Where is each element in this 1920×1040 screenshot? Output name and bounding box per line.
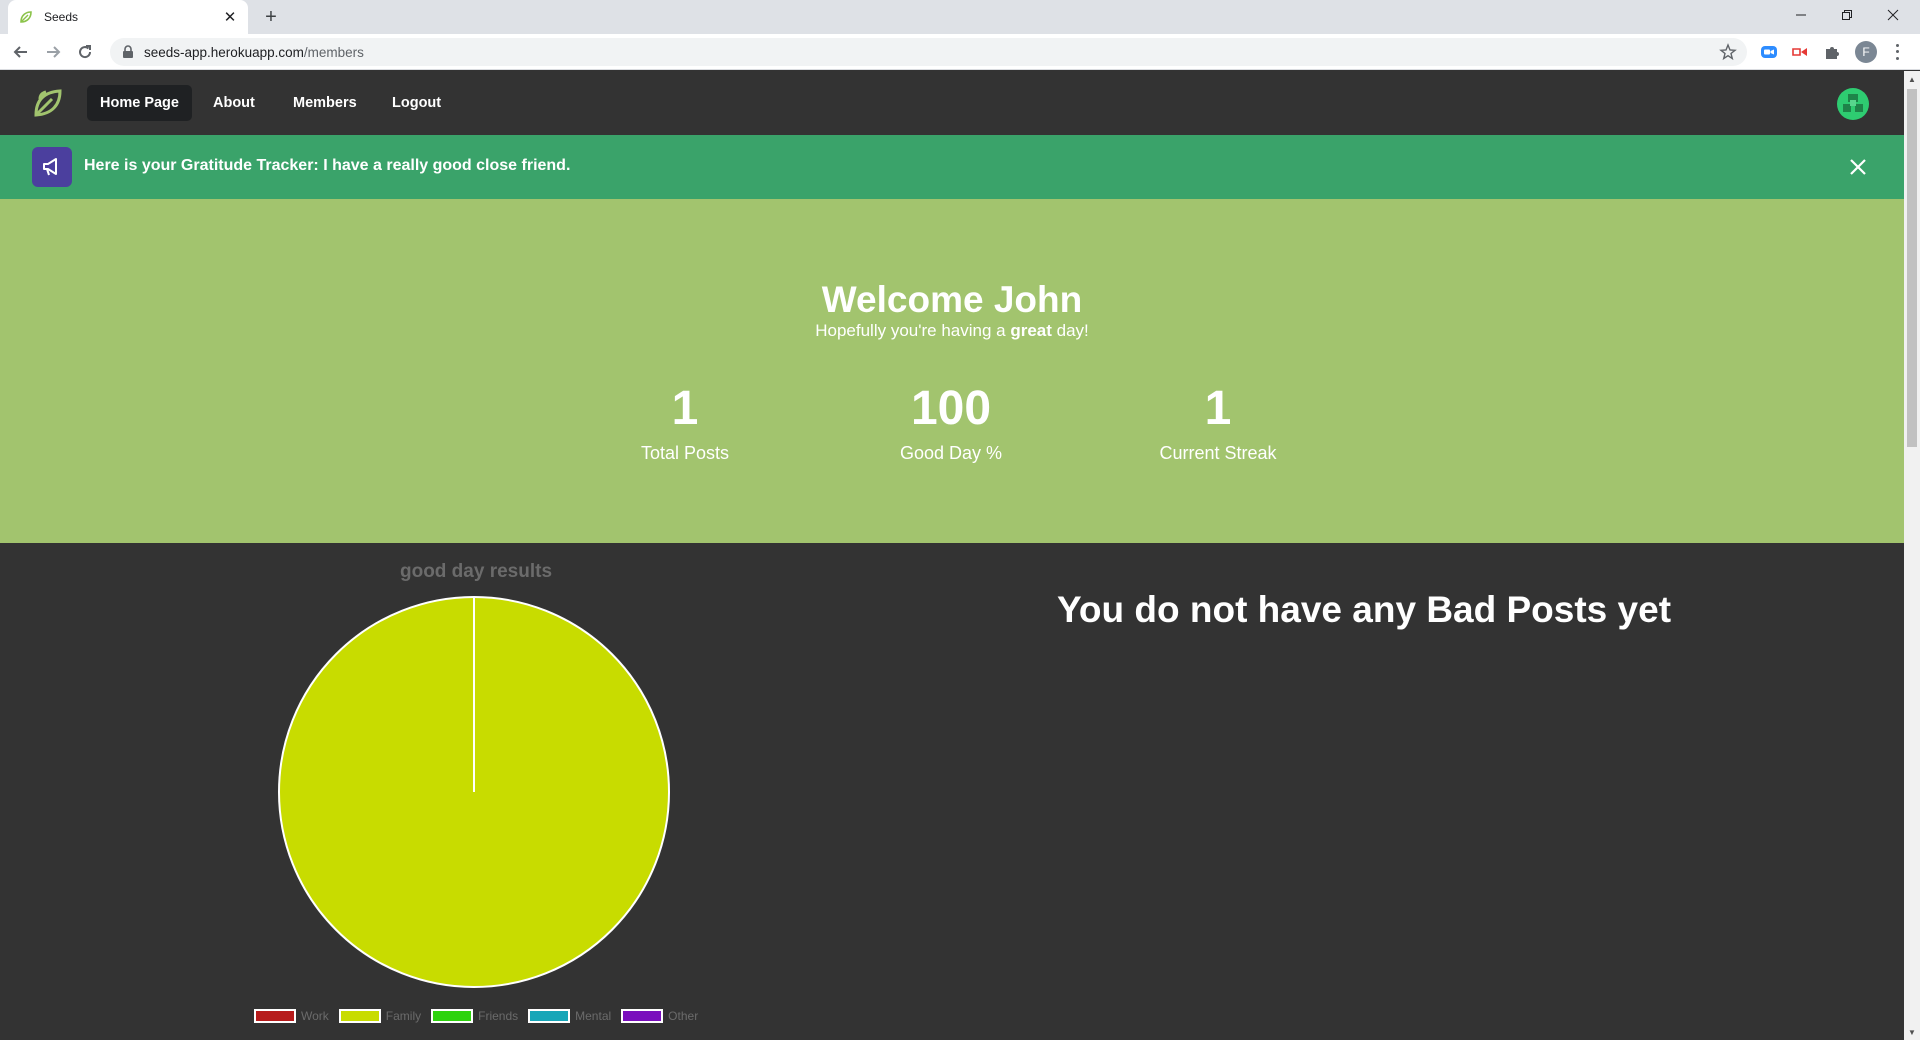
scroll-up-arrow-icon[interactable]: ▲: [1904, 71, 1920, 87]
lock-icon: [122, 45, 134, 59]
legend-label: Family: [385, 1009, 422, 1023]
nav-home-page[interactable]: Home Page: [87, 85, 192, 121]
scrollbar-thumb[interactable]: [1907, 89, 1917, 447]
browser-toolbar: seeds-app.herokuapp.com/members F: [0, 34, 1920, 70]
restore-icon[interactable]: [1824, 0, 1870, 30]
stat-good-day-percent: 100 Good Day %: [831, 381, 1071, 465]
browser-menu-icon[interactable]: [1890, 42, 1904, 62]
welcome-hero: Welcome John Hopefully you're having a g…: [0, 199, 1904, 543]
tab-close-icon[interactable]: ✕: [222, 9, 238, 26]
legend-swatch: [528, 1009, 571, 1023]
stat-value: 1: [1204, 382, 1232, 435]
scroll-down-arrow-icon[interactable]: ▼: [1904, 1024, 1920, 1040]
page-viewport: Home Page About Members Logout Here is y…: [0, 71, 1904, 1040]
stat-value: 100: [910, 382, 992, 435]
legend-item-family[interactable]: Family: [338, 1009, 422, 1023]
browser-tabstrip: Seeds ✕ +: [0, 0, 1920, 34]
user-avatar[interactable]: [1837, 88, 1869, 120]
window-close-icon[interactable]: [1870, 0, 1916, 30]
legend-swatch: [338, 1009, 381, 1023]
stat-label: Good Day %: [899, 443, 1003, 463]
browser-tab[interactable]: Seeds ✕: [8, 0, 248, 34]
stat-current-streak: 1 Current Streak: [1098, 381, 1338, 465]
stat-label: Total Posts: [640, 443, 730, 463]
extensions-puzzle-icon[interactable]: [1823, 43, 1841, 61]
nav-logout[interactable]: Logout: [379, 85, 454, 121]
minimize-icon[interactable]: [1778, 0, 1824, 30]
legend-label: Other: [668, 1009, 699, 1023]
legend-item-work[interactable]: Work: [254, 1009, 329, 1023]
legend-item-other[interactable]: Other: [621, 1009, 698, 1023]
chart-legend: Work Family Friends Mental Other: [254, 1008, 708, 1024]
seeds-leaf-icon: [18, 9, 34, 25]
site-navbar: Home Page About Members Logout: [0, 71, 1904, 135]
legend-label: Mental: [575, 1009, 612, 1023]
legend-swatch: [621, 1009, 664, 1023]
good-day-pie-chart: [278, 596, 670, 988]
no-bad-posts-message: You do not have any Bad Posts yet: [1056, 589, 1672, 630]
legend-swatch: [254, 1009, 296, 1023]
screen-record-extension-icon[interactable]: [1791, 43, 1809, 61]
nav-members[interactable]: Members: [280, 85, 370, 121]
tab-title: Seeds: [44, 10, 79, 24]
address-bar[interactable]: seeds-app.herokuapp.com/members: [110, 38, 1747, 66]
reload-icon[interactable]: [73, 40, 97, 64]
legend-label: Friends: [478, 1009, 519, 1023]
stat-label: Current Streak: [1159, 443, 1277, 463]
notification-banner: Here is your Gratitude Tracker: I have a…: [0, 135, 1904, 199]
url-host: seeds-app.herokuapp.com: [144, 44, 304, 60]
bookmark-star-icon[interactable]: [1719, 43, 1737, 61]
banner-close-icon[interactable]: [1847, 156, 1869, 178]
legend-swatch: [431, 1009, 474, 1023]
welcome-title: Welcome John: [821, 279, 1083, 320]
results-section: good day results Work Family Friends Mental…: [0, 543, 1904, 1040]
legend-item-mental[interactable]: Mental: [528, 1009, 611, 1023]
url-path: /members: [303, 44, 364, 60]
forward-arrow-icon[interactable]: [41, 40, 65, 64]
nav-about[interactable]: About: [200, 85, 268, 121]
welcome-subtitle: Hopefully you're having a great day!: [815, 321, 1089, 340]
profile-avatar[interactable]: F: [1855, 41, 1877, 63]
stat-value: 1: [671, 382, 699, 435]
megaphone-icon: [32, 147, 72, 187]
legend-label: Work: [301, 1009, 329, 1023]
zoom-extension-icon[interactable]: [1760, 43, 1778, 61]
back-arrow-icon[interactable]: [9, 40, 33, 64]
new-tab-plus-icon[interactable]: +: [260, 6, 282, 28]
banner-message: Here is your Gratitude Tracker: I have a…: [84, 157, 571, 174]
legend-item-friends[interactable]: Friends: [431, 1009, 518, 1023]
page-scrollbar[interactable]: ▲ ▼: [1904, 71, 1920, 1040]
chart-title: good day results: [399, 561, 553, 582]
stat-total-posts: 1 Total Posts: [565, 381, 805, 465]
seeds-logo-icon[interactable]: [30, 85, 66, 121]
